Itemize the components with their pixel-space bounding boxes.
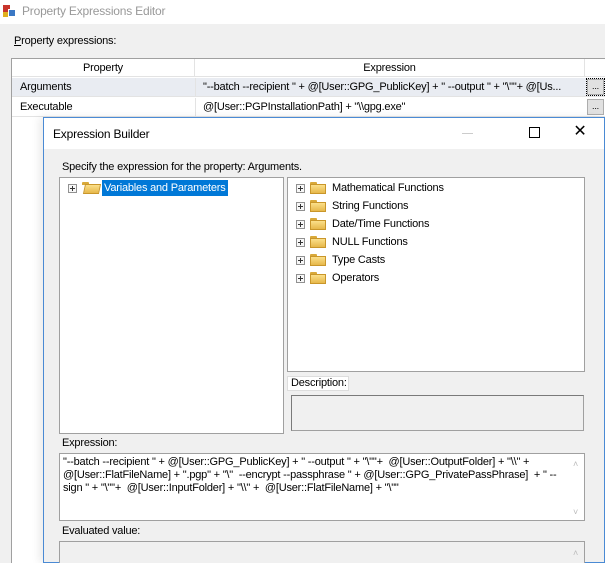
expression-text[interactable]: "--batch --recipient " + @[User::GPG_Pub… xyxy=(63,456,563,495)
column-header-expression[interactable]: Expression xyxy=(195,59,585,77)
outer-window-titlebar: Property Expressions Editor xyxy=(0,0,605,24)
app-icon xyxy=(3,5,17,18)
evaluated-value-label: Evaluated value: xyxy=(62,525,141,537)
functions-tree[interactable]: Mathematical Functions String Functions … xyxy=(287,177,585,372)
expand-icon[interactable] xyxy=(296,220,305,229)
evaluated-value-box: ˄ xyxy=(59,541,585,563)
grid-row-arguments[interactable]: Arguments "--batch --recipient " + @[Use… xyxy=(12,78,605,97)
description-label: Description: xyxy=(287,376,349,391)
property-cell[interactable]: Executable xyxy=(20,98,73,117)
property-cell[interactable]: Arguments xyxy=(20,78,72,97)
close-icon[interactable]: ✕ xyxy=(571,123,589,141)
tree-item-label[interactable]: Type Casts xyxy=(330,252,387,268)
tree-item-label[interactable]: Mathematical Functions xyxy=(330,180,446,196)
variables-tree[interactable]: Variables and Parameters xyxy=(59,177,284,434)
scroll-down-icon[interactable]: ˅ xyxy=(568,505,583,519)
property-expressions-label: Property expressions: xyxy=(14,35,117,47)
tree-item-label[interactable]: NULL Functions xyxy=(330,234,410,250)
expression-label: Expression: xyxy=(62,437,118,449)
scroll-up-icon[interactable]: ˄ xyxy=(568,457,583,471)
expression-textarea[interactable]: "--batch --recipient " + @[User::GPG_Pub… xyxy=(59,453,585,521)
folder-icon xyxy=(310,182,326,194)
expression-builder-dialog: Expression Builder ✕ Specify the express… xyxy=(43,117,605,563)
instruction-label: Specify the expression for the property:… xyxy=(62,161,302,173)
tree-item-label[interactable]: Date/Time Functions xyxy=(330,216,431,232)
tree-item-label[interactable]: String Functions xyxy=(330,198,410,214)
folder-icon xyxy=(310,272,326,284)
expand-icon[interactable] xyxy=(296,202,305,211)
expression-cell[interactable]: "--batch --recipient " + @[User::GPG_Pub… xyxy=(203,78,581,97)
expand-icon[interactable] xyxy=(296,184,305,193)
scroll-up-icon[interactable]: ˄ xyxy=(568,546,583,560)
folder-icon xyxy=(310,254,326,266)
folder-icon xyxy=(310,236,326,248)
folder-icon xyxy=(310,218,326,230)
dialog-titlebar[interactable]: Expression Builder ✕ xyxy=(44,118,604,149)
expression-cell[interactable]: @[User::PGPInstallationPath] + "\\gpg.ex… xyxy=(203,98,581,117)
expand-icon[interactable] xyxy=(68,184,77,193)
folder-icon xyxy=(310,200,326,212)
edit-expression-button[interactable]: ... xyxy=(587,99,604,115)
tree-item-label[interactable]: Variables and Parameters xyxy=(102,180,228,196)
expand-icon[interactable] xyxy=(296,256,305,265)
evaluated-scrollbar[interactable]: ˄ xyxy=(568,543,583,563)
grid-header: Property Expression xyxy=(12,59,605,77)
description-box xyxy=(291,395,584,431)
dialog-title: Expression Builder xyxy=(53,127,150,141)
grid-row-executable[interactable]: Executable @[User::PGPInstallationPath] … xyxy=(12,98,605,117)
outer-window-title: Property Expressions Editor xyxy=(22,4,166,18)
edit-expression-button[interactable]: ... xyxy=(586,78,605,96)
maximize-icon[interactable] xyxy=(529,127,540,138)
column-header-property[interactable]: Property xyxy=(12,59,195,77)
folder-open-icon xyxy=(82,182,102,194)
tree-item-label[interactable]: Operators xyxy=(330,270,381,286)
minimize-icon[interactable] xyxy=(462,133,473,134)
expression-scrollbar[interactable]: ˄ ˅ xyxy=(568,455,583,519)
expand-icon[interactable] xyxy=(296,274,305,283)
expand-icon[interactable] xyxy=(296,238,305,247)
